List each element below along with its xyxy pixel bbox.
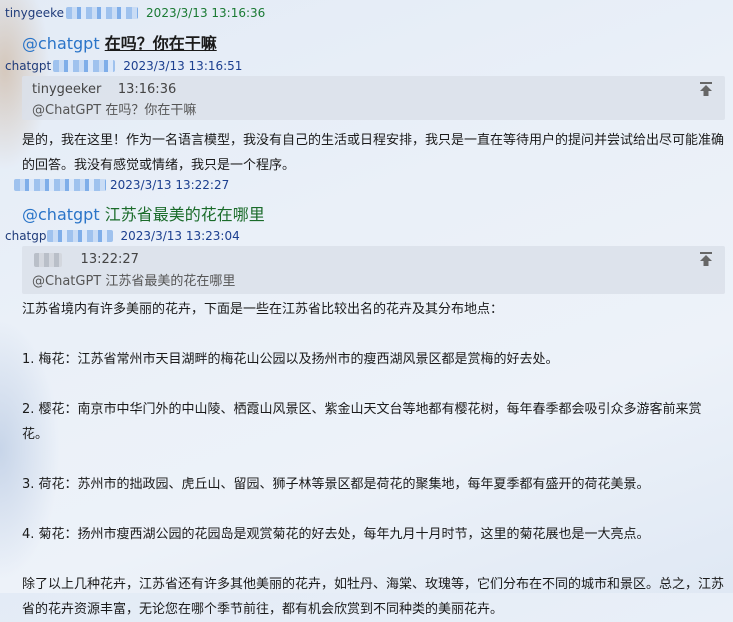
assistant-reply: 江苏省境内有许多美丽的花卉，下面是一些在江苏省比较出名的花卉及其分布地点： 1.… <box>22 297 727 622</box>
quote-time: 13:22:27 <box>80 252 139 267</box>
reply-line: 除了以上几种花卉，江苏省还有许多其他美丽的花卉，如牡丹、海棠、玫瑰等，它们分布在… <box>22 577 725 592</box>
reply-line: 1. 梅花：江苏省常州市天目湖畔的梅花山公园以及扬州市的瘦西湖风景区都是赏梅的好… <box>22 352 559 367</box>
quote-header: tinygeeker 13:16:36 <box>32 82 176 97</box>
quote-time: 13:16:36 <box>117 82 177 97</box>
pin-to-top-icon[interactable] <box>699 251 713 267</box>
quote-text: @ChatGPT 在吗？你在干嘛 <box>32 103 197 118</box>
reply-line: 3. 荷花：苏州市的拙政园、虎丘山、留园、狮子林等景区都是荷花的聚集地，每年夏季… <box>22 477 650 492</box>
redacted-name <box>34 252 62 267</box>
redacted-name <box>53 60 116 72</box>
timestamp: 2023/3/13 13:16:36 <box>146 6 266 20</box>
sender-name: tinygeeke <box>5 6 65 20</box>
quoted-message: tinygeeker 13:16:36 @ChatGPT 在吗？你在干嘛 <box>22 76 725 120</box>
reply-line: 是的，我在这里！作为一名语言模型，我没有自己的生活或日程安排，我只是一直在等待用… <box>22 133 725 148</box>
reply-line: 江苏省境内有许多美丽的花卉，下面是一些在江苏省比较出名的花卉及其分布地点： <box>22 302 504 317</box>
sender-name: chatgpt <box>5 59 52 73</box>
mention[interactable]: @chatgpt <box>22 205 100 224</box>
reply-line: 的回答。我没有感觉或情绪，我只是一个程序。 <box>22 158 296 173</box>
quote-header: 13:22:27 <box>32 252 139 267</box>
message-meta: 2023/3/13 13:22:27 <box>12 178 229 192</box>
assistant-reply: 是的，我在这里！作为一名语言模型，我没有自己的生活或日程安排，我只是一直在等待用… <box>22 128 727 178</box>
redacted-name <box>46 230 113 242</box>
quote-author: tinygeeker <box>32 82 102 97</box>
user-message: @chatgpt 在吗？你在干嘛 <box>22 30 217 54</box>
reply-line: 2. 樱花：南京市中华门外的中山陵、栖霞山风景区、紫金山天文台等地都有樱花树，每… <box>22 402 702 442</box>
message-meta: chatgp 2023/3/13 13:23:04 <box>5 229 240 243</box>
redacted-name <box>14 179 106 191</box>
timestamp: 2023/3/13 13:16:51 <box>123 59 243 73</box>
message-text: 在吗？你在干嘛 <box>104 34 217 53</box>
reply-line: 省的花卉资源丰富，无论您在哪个季节前往，都有机会欣赏到不同种类的美丽花卉。 <box>22 602 504 617</box>
message-text: 江苏省最美的花在哪里 <box>104 205 265 224</box>
pin-to-top-icon[interactable] <box>699 81 713 97</box>
mention[interactable]: @chatgpt <box>22 34 100 53</box>
timestamp: 2023/3/13 13:23:04 <box>120 229 240 243</box>
message-meta: chatgpt 2023/3/13 13:16:51 <box>5 59 242 73</box>
message-meta: tinygeeke 2023/3/13 13:16:36 <box>5 6 265 20</box>
user-message: @chatgpt 江苏省最美的花在哪里 <box>22 201 265 225</box>
quote-text: @ChatGPT 江苏省最美的花在哪里 <box>32 274 236 289</box>
reply-line: 4. 菊花：扬州市瘦西湖公园的花园岛是观赏菊花的好去处，每年九月十月时节，这里的… <box>22 527 650 542</box>
quoted-message: 13:22:27 @ChatGPT 江苏省最美的花在哪里 <box>22 246 725 294</box>
redacted-name <box>66 7 139 19</box>
sender-name: chatgp <box>5 229 47 243</box>
timestamp: 2023/3/13 13:22:27 <box>110 178 230 192</box>
